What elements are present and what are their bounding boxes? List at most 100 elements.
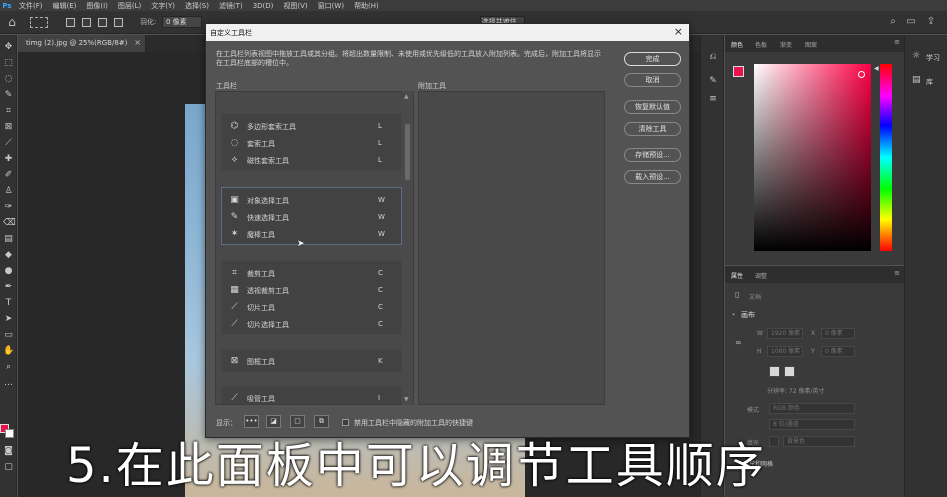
scroll-down-icon[interactable]: ▼	[404, 396, 409, 403]
home-icon[interactable]: ⌂	[5, 16, 19, 29]
healing-tool-icon[interactable]: ✚	[3, 154, 14, 165]
learn-icon[interactable]: ☼	[912, 51, 920, 61]
scrollbar-thumb[interactable]	[405, 124, 410, 180]
menu-view[interactable]: 视图(V)	[278, 1, 312, 11]
tool-row[interactable]: ⟡ 磁性套索工具 L	[222, 152, 403, 169]
mode-select[interactable]: RGB 颜色	[769, 403, 855, 414]
tool-group-selection[interactable]: ▣ 对象选择工具 W ✎ 快速选择工具 W ✶ 魔棒工具 W	[221, 187, 402, 245]
fill-swatch[interactable]	[769, 436, 779, 447]
tool-group-lasso[interactable]: ⌬ 多边形套索工具 L ◌ 套索工具 L ⟡ 磁性套索工具 L	[221, 113, 402, 171]
hand-tool-icon[interactable]: ✋	[3, 346, 14, 357]
done-button[interactable]: 完成	[624, 52, 681, 66]
depth-select[interactable]: 8 位/通道	[769, 419, 855, 430]
tool-row[interactable]: ✶ 魔棒工具 W	[222, 226, 403, 243]
tool-row[interactable]: ▦ 透视裁剪工具 C	[222, 282, 403, 299]
toolbar-list-scrollbar[interactable]: ▲ ▼	[402, 91, 413, 405]
extra-tools-list[interactable]	[418, 91, 605, 405]
intersect-selection-icon[interactable]	[114, 18, 123, 27]
display-screenmode-icon[interactable]: ⧉	[314, 415, 329, 428]
height-field[interactable]: 1080 像素	[767, 346, 803, 357]
gradient-tool-icon[interactable]: ▤	[3, 234, 14, 245]
tool-row[interactable]: ⊠ 图框工具 K	[222, 353, 403, 370]
tool-group-eyedropper[interactable]: ⟋ 吸管工具 I	[221, 386, 402, 404]
crop-tool-icon[interactable]: ⌗	[3, 106, 14, 117]
save-preset-button[interactable]: 存储预设...	[624, 148, 681, 162]
panel-menu-icon[interactable]: ≡	[894, 38, 900, 46]
tool-row[interactable]: ⟋ 切片工具 C	[222, 299, 403, 316]
tab-color[interactable]: 颜色	[731, 40, 743, 49]
screen-mode-icon[interactable]: ▢	[3, 462, 14, 473]
hue-slider[interactable]: ◀	[874, 64, 892, 251]
tool-group-frame[interactable]: ⊠ 图框工具 K	[221, 349, 402, 373]
tab-swatches[interactable]: 色板	[755, 40, 767, 49]
eyedropper-tool-icon[interactable]: ⟋	[3, 138, 14, 149]
menu-layer[interactable]: 图层(L)	[113, 1, 146, 11]
history-panel-icon[interactable]: ⎌	[707, 51, 719, 63]
dialog-title-bar[interactable]: 自定义工具栏 ×	[206, 24, 689, 41]
dialog-close-icon[interactable]: ×	[674, 25, 683, 39]
portrait-orientation-icon[interactable]	[769, 366, 780, 377]
panel-foreground-swatch[interactable]	[733, 66, 744, 77]
stamp-tool-icon[interactable]: ♙	[3, 186, 14, 197]
marquee-tool-icon[interactable]: ⬚	[3, 58, 14, 69]
menu-image[interactable]: 图像(I)	[81, 1, 113, 11]
lasso-tool-icon[interactable]: ◌	[3, 74, 14, 85]
more-tools-icon[interactable]: …	[3, 378, 14, 389]
menu-filter[interactable]: 滤镜(T)	[214, 1, 248, 11]
adjust-panel-icon[interactable]: ≡	[707, 93, 719, 105]
hue-slider-arrow-icon[interactable]: ◀	[874, 65, 879, 72]
shape-tool-icon[interactable]: ▭	[3, 330, 14, 341]
collapse-canvas-icon[interactable]: ⌄	[731, 310, 736, 317]
display-colors-icon[interactable]: ◪	[266, 415, 281, 428]
document-tab[interactable]: timg (2).jpg @ 25%(RGB/8#) ×	[18, 35, 146, 52]
history-brush-tool-icon[interactable]: ✑	[3, 202, 14, 213]
zoom-tool-icon[interactable]: ⌕	[3, 362, 14, 373]
tab-properties[interactable]: 属性	[731, 271, 743, 280]
color-picker-cursor[interactable]	[858, 71, 865, 78]
background-color-swatch[interactable]	[5, 429, 14, 438]
restore-defaults-button[interactable]: 恢复默认值	[624, 100, 681, 114]
display-quickmask-icon[interactable]: ▢	[290, 415, 305, 428]
toolbar-list[interactable]: ⌬ 多边形套索工具 L ◌ 套索工具 L ⟡ 磁性套索工具 L ▣ 对象选择工具…	[215, 91, 414, 405]
menu-select[interactable]: 选择(S)	[180, 1, 214, 11]
workspace-icon[interactable]: ▭	[905, 16, 917, 28]
pen-tool-icon[interactable]: ✒	[3, 282, 14, 293]
tool-row[interactable]: ▣ 对象选择工具 W	[222, 192, 403, 209]
link-icon[interactable]: ∞	[735, 338, 742, 347]
search-icon[interactable]: ⌕	[887, 16, 899, 28]
tool-row[interactable]: ⟋ 切片选择工具 C	[222, 316, 403, 333]
width-field[interactable]: 1920 像素	[767, 328, 803, 339]
load-preset-button[interactable]: 载入预设...	[624, 170, 681, 184]
new-selection-icon[interactable]	[66, 18, 75, 27]
move-tool-icon[interactable]: ✥	[3, 42, 14, 53]
eraser-tool-icon[interactable]: ⌫	[3, 218, 16, 229]
close-document-icon[interactable]: ×	[134, 38, 141, 47]
library-label[interactable]: 库	[926, 77, 933, 87]
tool-row[interactable]: ⌗ 裁剪工具 C	[222, 265, 403, 282]
feather-input[interactable]: 0 像素	[162, 16, 202, 28]
disable-shortcuts-checkbox[interactable]	[342, 419, 349, 426]
frame-tool-icon[interactable]: ⊠	[3, 122, 14, 133]
panel-menu-icon[interactable]: ≡	[894, 269, 900, 277]
menu-edit[interactable]: 编辑(E)	[48, 1, 82, 11]
menu-3d[interactable]: 3D(D)	[248, 2, 279, 10]
x-field[interactable]: 0 像素	[821, 328, 855, 339]
brush-tool-icon[interactable]: ✐	[3, 170, 14, 181]
tool-row[interactable]: ⌬ 多边形套索工具 L	[222, 118, 403, 135]
cancel-button[interactable]: 取消	[624, 73, 681, 87]
display-more-icon[interactable]: •••	[244, 415, 259, 428]
fill-select[interactable]: 背景色	[783, 436, 855, 447]
library-icon[interactable]: ▤	[912, 75, 921, 85]
menu-file[interactable]: 文件(F)	[14, 1, 48, 11]
menu-help[interactable]: 帮助(H)	[349, 1, 384, 11]
color-field[interactable]	[754, 64, 871, 251]
dodge-tool-icon[interactable]: ●	[3, 266, 14, 277]
learn-label[interactable]: 学习	[926, 53, 940, 63]
tool-group-crop[interactable]: ⌗ 裁剪工具 C ▦ 透视裁剪工具 C ⟋ 切片工具 C ⟋ 切片选择工具 C	[221, 260, 402, 335]
y-field[interactable]: 0 像素	[821, 346, 855, 357]
tool-row[interactable]: ✎ 快速选择工具 W	[222, 209, 403, 226]
blur-tool-icon[interactable]: ◆	[3, 250, 14, 261]
tab-gradients[interactable]: 渐变	[780, 40, 792, 49]
add-selection-icon[interactable]	[82, 18, 91, 27]
landscape-orientation-icon[interactable]	[784, 366, 795, 377]
